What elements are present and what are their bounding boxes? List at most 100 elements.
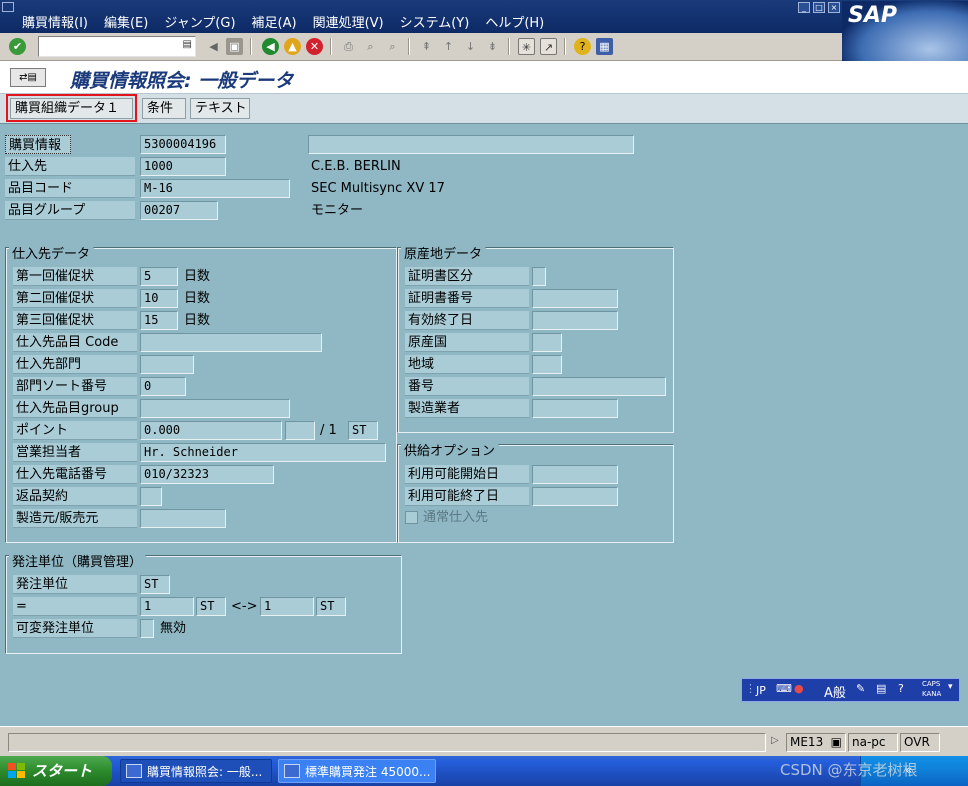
- menu-info-record[interactable]: 購買情報(I): [22, 12, 88, 31]
- certificate-number-field[interactable]: [532, 289, 618, 308]
- available-to-field[interactable]: [532, 487, 618, 506]
- ime-icon[interactable]: ●: [794, 682, 804, 695]
- print-icon[interactable]: ⎙: [340, 38, 357, 55]
- return-agreement-field[interactable]: [140, 487, 162, 506]
- variable-order-unit-field[interactable]: [140, 619, 154, 638]
- points-per-text: / 1: [320, 423, 337, 438]
- last-page-icon[interactable]: ⇟: [484, 38, 501, 55]
- layout-menu-icon[interactable]: ▦: [596, 38, 613, 55]
- menu-help[interactable]: ヘルプ(H): [485, 12, 544, 31]
- insert-mode[interactable]: OVR: [900, 733, 940, 752]
- certificate-category-label: 証明書区分: [405, 267, 529, 286]
- menu-goto[interactable]: ジャンプ(G): [164, 12, 235, 31]
- conversion-unit-1-field[interactable]: ST: [196, 597, 226, 616]
- info-record-label[interactable]: 購買情報: [5, 135, 71, 154]
- number-field[interactable]: [532, 377, 666, 396]
- salesperson-label: 営業担当者: [13, 443, 137, 462]
- status-bar: ▷ ME13 ▣ na-pc OVR: [0, 726, 968, 756]
- previous-page-icon[interactable]: ↑: [440, 38, 457, 55]
- find-next-icon[interactable]: ⌕: [384, 38, 401, 55]
- origin-data-group-title: 原産地データ: [401, 247, 498, 263]
- language-bar-menu-icon[interactable]: ▾: [948, 682, 953, 692]
- salesperson-field[interactable]: Hr. Schneider: [140, 443, 386, 462]
- ime-pad-icon[interactable]: ✎: [856, 682, 865, 695]
- standard-toolbar: ✔ ▤ ◀ ▣ ◀ ▲ ✕ ⎙ ⌕ ⌕ ⇞ ↑ ↓ ⇟ ✳ ↗ ? ▦: [0, 33, 842, 61]
- vendor-material-group-field[interactable]: [140, 399, 290, 418]
- third-reminder-field[interactable]: 15: [140, 311, 178, 330]
- language-bar: ⋮ JP ⌨ ● A般 ✎ ▤ ? CAPS KANA ▾: [741, 678, 960, 702]
- tab-conditions[interactable]: 条件: [142, 98, 186, 119]
- vendor-material-field[interactable]: [140, 333, 322, 352]
- keyboard-icon[interactable]: ⌨: [776, 682, 792, 695]
- return-agreement-label: 返品契約: [13, 487, 137, 506]
- command-history-icon[interactable]: ▤: [183, 39, 192, 50]
- help-icon[interactable]: ?: [898, 682, 904, 695]
- conversion-unit-2-field[interactable]: ST: [316, 597, 346, 616]
- vendor-field[interactable]: 1000: [140, 157, 226, 176]
- minimize-window-icon[interactable]: _: [798, 2, 810, 13]
- menu-extras[interactable]: 補足(A): [252, 12, 297, 31]
- country-of-origin-field[interactable]: [532, 333, 562, 352]
- other-info-record-icon[interactable]: ⇄▤: [10, 68, 46, 87]
- status-expand-icon[interactable]: ▷: [771, 735, 779, 746]
- menu-system[interactable]: システム(Y): [400, 12, 470, 31]
- exit-icon[interactable]: ▲: [284, 38, 301, 55]
- regular-vendor-checkbox[interactable]: [405, 511, 418, 524]
- variable-order-unit-label: 可変発注単位: [13, 619, 137, 638]
- maximize-window-icon[interactable]: □: [813, 2, 825, 13]
- enter-icon[interactable]: ✔: [9, 38, 26, 55]
- manufacturer-distributor-field[interactable]: [140, 509, 226, 528]
- command-field[interactable]: ▤: [38, 36, 196, 57]
- country-of-origin-label: 原産国: [405, 333, 529, 352]
- start-button[interactable]: スタート: [0, 756, 112, 786]
- valid-to-field[interactable]: [532, 311, 618, 330]
- input-mode[interactable]: A般: [824, 682, 846, 701]
- points-extra-field[interactable]: [285, 421, 315, 440]
- transaction-code: ME13 ▣: [786, 733, 846, 752]
- material-group-field[interactable]: 00207: [140, 201, 218, 220]
- info-record-field[interactable]: 5300004196: [140, 135, 226, 154]
- subrange-sort-field[interactable]: 0: [140, 377, 186, 396]
- points-unit-field[interactable]: ST: [348, 421, 378, 440]
- vendor-phone-field[interactable]: 010/32323: [140, 465, 274, 484]
- create-session-icon[interactable]: ✳: [518, 38, 535, 55]
- conversion-qty-1-field[interactable]: 1: [140, 597, 194, 616]
- system-info-icon[interactable]: ▣: [831, 734, 842, 751]
- available-from-field[interactable]: [532, 465, 618, 484]
- certificate-category-field[interactable]: [532, 267, 546, 286]
- taskbar-item-info-record[interactable]: 購買情報照会: 一般...: [120, 759, 272, 783]
- conversion-qty-2-field[interactable]: 1: [260, 597, 314, 616]
- cancel-icon[interactable]: ✕: [306, 38, 323, 55]
- tab-texts[interactable]: テキスト: [190, 98, 250, 119]
- create-shortcut-icon[interactable]: ↗: [540, 38, 557, 55]
- material-field[interactable]: M-16: [140, 179, 290, 198]
- manufacturer-field[interactable]: [532, 399, 618, 418]
- first-reminder-unit: 日数: [184, 269, 211, 284]
- dictionary-icon[interactable]: ▤: [876, 682, 886, 695]
- next-page-icon[interactable]: ↓: [462, 38, 479, 55]
- order-unit-label: 発注単位: [13, 575, 137, 594]
- close-window-icon[interactable]: ×: [828, 2, 840, 13]
- input-language[interactable]: JP: [756, 684, 766, 697]
- language-bar-grip[interactable]: ⋮: [745, 682, 756, 695]
- find-icon[interactable]: ⌕: [362, 38, 379, 55]
- region-label: 地域: [405, 355, 529, 374]
- system-menu-icon[interactable]: [2, 2, 14, 12]
- second-reminder-field[interactable]: 10: [140, 289, 178, 308]
- active-tab-highlight: [6, 94, 137, 122]
- help-icon[interactable]: ?: [574, 38, 591, 55]
- info-record-text-field[interactable]: [308, 135, 634, 154]
- region-field[interactable]: [532, 355, 562, 374]
- first-reminder-field[interactable]: 5: [140, 267, 178, 286]
- menu-edit[interactable]: 編集(E): [104, 12, 148, 31]
- taskbar-item-purchase-order[interactable]: 標準購買発注 45000...: [278, 759, 436, 783]
- save-icon[interactable]: ▣: [226, 38, 243, 55]
- vendor-subrange-field[interactable]: [140, 355, 194, 374]
- order-unit-field[interactable]: ST: [140, 575, 170, 594]
- points-field[interactable]: 0.000: [140, 421, 282, 440]
- back-icon[interactable]: ◀: [262, 38, 279, 55]
- menu-environment[interactable]: 関連処理(V): [313, 12, 384, 31]
- title-bar: ⇄▤ 購買情報照会: 一般データ: [0, 61, 968, 94]
- first-page-icon[interactable]: ⇞: [418, 38, 435, 55]
- collapse-arrow-icon[interactable]: ◀: [205, 38, 222, 55]
